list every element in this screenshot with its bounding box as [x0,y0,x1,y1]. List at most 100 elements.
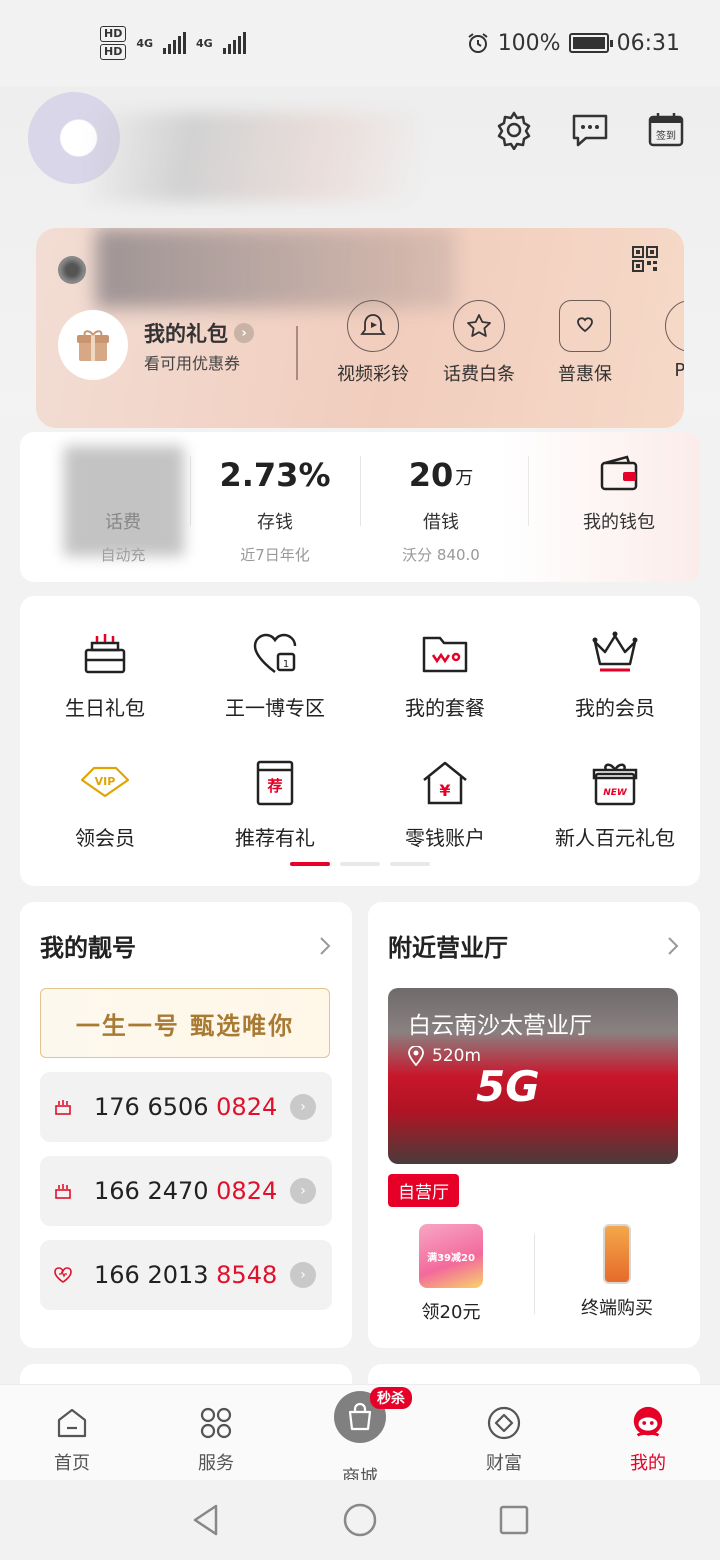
card-item-insurance[interactable]: 普惠保 [532,300,638,386]
services-icon [198,1405,234,1441]
grid-item-label: 我的套餐 [405,696,485,720]
finance-sub: 沃分 840.0 [402,546,480,564]
store-photo[interactable]: 白云南沙太营业厅 520m 5G [388,988,678,1164]
tab-label: 财富 [486,1453,522,1474]
chevron-right-icon[interactable] [666,934,680,958]
finance-loan[interactable]: 20 万 借钱 沃分 840.0 [356,450,526,565]
member-card[interactable]: 我的礼包 › 看可用优惠券 视频彩铃 话费白条 普惠保 PL PLU [36,228,684,428]
finance-card: 话费 自动充 2.73% 存钱 近7日年化 20万 借钱 沃分 840.0 我的… [20,432,700,582]
gift-icon[interactable] [58,310,128,380]
grid-item-my-membership[interactable]: 我的会员 [530,626,700,721]
battery-icon [568,33,613,53]
tab-label: 首页 [54,1453,90,1474]
qr-code-icon[interactable] [632,246,658,272]
grid-item-my-plan[interactable]: 我的套餐 [360,626,530,721]
tab-me[interactable]: 我的 [576,1385,720,1480]
number-row[interactable]: 176 6506 0824 › [40,1072,332,1142]
alarm-icon [468,33,488,53]
finance-savings[interactable]: 2.73% 存钱 近7日年化 [190,450,360,565]
signal-icon [163,32,187,54]
cake-icon [52,1096,74,1118]
grid-item-recommend[interactable]: 荐 推荐有礼 [190,756,360,851]
feature-grid: 生日礼包 1 王一博专区 我的套餐 我的会员 VIP 领会员 荐 推荐有礼 ¥ … [20,596,700,886]
store-item-label: 领20元 [421,1302,481,1323]
signal-icon [222,32,246,54]
recommend-icon: 荐 [248,756,302,810]
savings-value: 2.73% [219,456,331,494]
tab-label: 服务 [198,1453,234,1474]
home-icon [54,1405,90,1441]
plus-icon: PL [665,300,684,352]
finance-label: 借钱 [423,512,459,533]
phone-image [603,1224,631,1284]
tab-mall[interactable]: 秒杀 商城 [288,1385,432,1488]
home-circle-icon[interactable] [342,1502,378,1538]
card-item-bill-credit[interactable]: 话费白条 [426,300,532,386]
location-pin-icon [408,1046,424,1066]
recents-icon[interactable] [498,1504,530,1536]
store-item-phone[interactable]: 终端购买 [534,1224,700,1320]
coupon-image: 满39减20 [419,1224,483,1288]
profile-icon [630,1405,666,1441]
my-gift-link[interactable]: 我的礼包 › [144,318,254,348]
heart-calendar-icon: 1 [248,626,302,680]
grid-item-label: 推荐有礼 [235,826,315,850]
card-item-video-ringtone[interactable]: 视频彩铃 [320,300,426,386]
number-prefix: 166 2013 [94,1261,217,1289]
hd-badge: HD [100,44,127,60]
number-row[interactable]: 166 2470 0824 › [40,1156,332,1226]
wallet-icon [600,455,638,491]
video-ringtone-icon [347,300,399,352]
grid-item-birthday[interactable]: 生日礼包 [20,626,190,721]
tab-home[interactable]: 首页 [0,1385,144,1480]
loan-value: 20 [408,456,454,494]
finance-label: 我的钱包 [583,512,655,533]
grid-item-get-vip[interactable]: VIP 领会员 [20,756,190,851]
checkin-calendar-icon[interactable]: 签到 [646,110,686,150]
settings-icon[interactable] [494,110,534,150]
card-item-label: 话费白条 [443,364,515,385]
numbers-banner[interactable]: 一生一号 甄选唯你 [40,988,330,1058]
grid-item-change-account[interactable]: ¥ 零钱账户 [360,756,530,851]
store-item-coupon[interactable]: 满39减20 领20元 [368,1224,534,1324]
card-item-label: PLU [674,360,684,381]
battery-percent: 100% [497,30,561,56]
finance-sub: 近7日年化 [240,546,310,564]
back-icon[interactable] [190,1502,222,1538]
self-operated-badge: 自营厅 [388,1174,459,1207]
gift-subtitle: 看可用优惠券 [144,354,241,373]
arrow-right-icon: › [290,1262,316,1288]
wealth-icon [486,1405,522,1441]
grid-item-label: 零钱账户 [405,826,485,850]
hd-badge: HD [100,26,127,42]
grid-item-wangyibo[interactable]: 1 王一博专区 [190,626,360,721]
tab-services[interactable]: 服务 [144,1385,288,1480]
chevron-right-icon[interactable] [318,934,332,958]
page-dot [390,862,430,866]
heart-icon [52,1264,74,1286]
card-title: 附近营业厅 [388,934,508,962]
recommend-char: 荐 [266,777,282,795]
number-highlight: 8548 [216,1261,278,1289]
crown-icon [588,626,642,680]
house-yen-icon: ¥ [418,756,472,810]
grid-item-label: 我的会员 [575,696,655,720]
vip-diamond-icon: VIP [78,756,132,810]
tab-wealth[interactable]: 财富 [432,1385,576,1480]
flash-sale-badge: 秒杀 [370,1387,412,1409]
new-gift-icon: NEW [588,756,642,810]
network-type: 4G [196,36,213,50]
number-row[interactable]: 166 2013 8548 › [40,1240,332,1310]
card-item-plus[interactable]: PL PLU [638,300,684,386]
grid-item-label: 领会员 [75,826,135,850]
my-numbers-card: 我的靓号 一生一号 甄选唯你 176 6506 0824 › 166 2470 … [20,902,352,1348]
username-redacted [90,112,420,202]
store-item-label: 终端购买 [581,1298,653,1319]
balance-redacted [64,446,184,556]
grid-item-label: 新人百元礼包 [555,826,675,850]
star-icon [453,300,505,352]
my-wallet[interactable]: 我的钱包 [544,450,694,534]
message-icon[interactable] [570,110,610,150]
grid-item-new-user-gift[interactable]: NEW 新人百元礼包 [530,756,700,851]
cake-icon [52,1180,74,1202]
